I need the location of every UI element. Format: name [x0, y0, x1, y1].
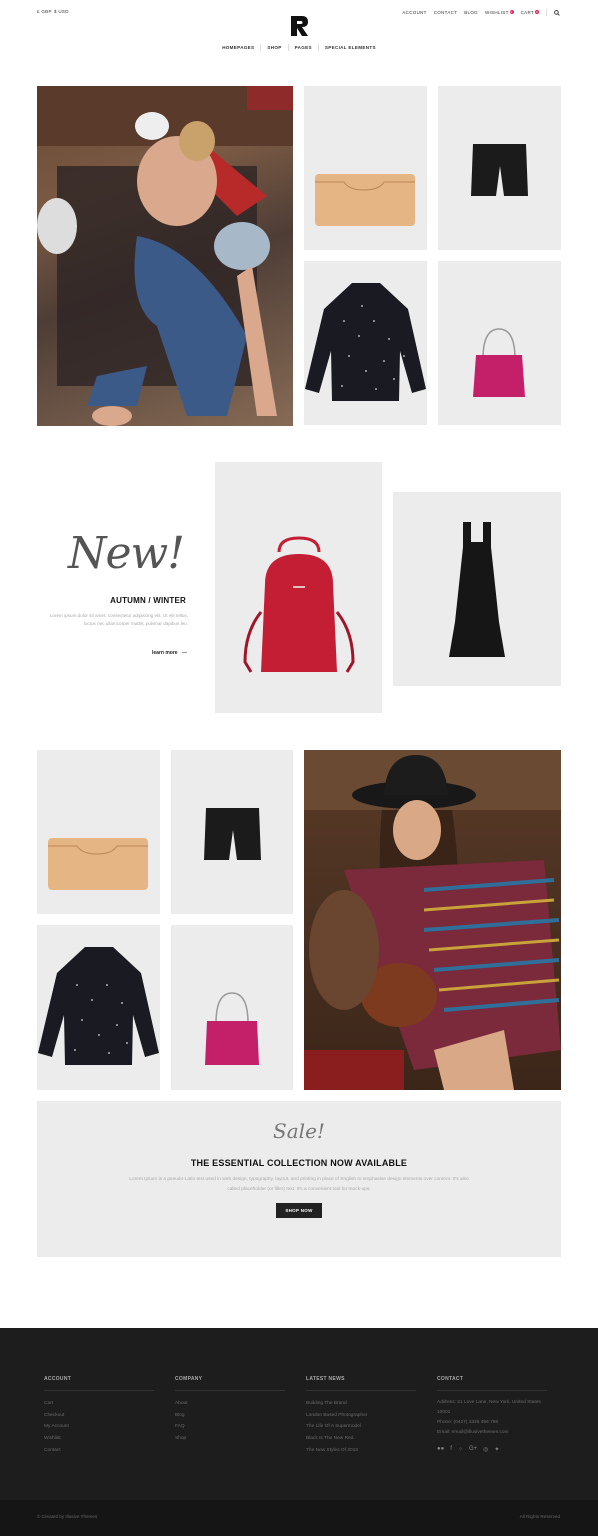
footer-link-contact[interactable]: Contact — [44, 1445, 154, 1457]
main-navigation: HOMEPAGES SHOP PAGES SPECIAL ELEMENTS — [0, 44, 598, 51]
learn-more-link[interactable]: learn more — [152, 650, 187, 656]
footer-address: Address: 21 Love Lane, New York, United … — [437, 1400, 541, 1415]
product-tile-blouse[interactable] — [304, 261, 427, 425]
sale-banner: Sale! THE ESSENTIAL COLLECTION NOW AVAIL… — [37, 1101, 561, 1257]
promo-script-title: New! — [68, 528, 185, 579]
wishlist-link[interactable]: WISHLIST 0 — [485, 10, 514, 15]
footer-account-column: ACCOUNT Cart Checkout My Account Wishlis… — [44, 1376, 154, 1457]
learn-more-label: learn more — [152, 650, 178, 656]
product-tile-blouse-2[interactable] — [37, 925, 160, 1090]
tan-clutch-image — [315, 174, 415, 226]
footer-link-about[interactable]: About — [175, 1398, 285, 1410]
currency-usd[interactable]: $ USD — [54, 9, 69, 14]
footer-link-cart[interactable]: Cart — [44, 1398, 154, 1410]
footer-news-item[interactable]: Black Is The New Red — [306, 1433, 416, 1445]
product-tile-red-backpack[interactable] — [215, 462, 382, 713]
product-tile-shorts-2[interactable] — [171, 750, 293, 914]
social-icons: ●● f ⁘ G+ ◎ ✦ — [437, 1446, 552, 1453]
footer-phone: Phone: (0427) 2325 456 789 — [437, 1420, 499, 1425]
wishlist-label: WISHLIST — [484, 10, 509, 15]
contact-link[interactable]: CONTACT — [434, 10, 458, 15]
cart-label: CART — [520, 10, 534, 15]
nav-pages[interactable]: PAGES — [289, 45, 318, 50]
pink-bag-image — [473, 328, 525, 397]
learn-more-dash — [181, 652, 187, 654]
rights-text: All Rights Reserved — [519, 1514, 560, 1519]
footer-company-title: COMPANY — [175, 1376, 285, 1391]
model-lifestyle-photo[interactable] — [304, 750, 561, 1090]
footer-link-faq[interactable]: FAQ — [175, 1421, 285, 1433]
footer-link-checkout[interactable]: Checkout — [44, 1410, 154, 1422]
bottom-bar: © Created by Illusive Themes All Rights … — [0, 1500, 598, 1536]
red-backpack-image — [243, 536, 355, 673]
currency-gbp[interactable]: £ GBP — [37, 9, 52, 14]
cart-count-badge: 0 — [535, 10, 539, 14]
wishlist-count-badge: 0 — [509, 10, 514, 14]
polka-blouse-image — [305, 283, 426, 401]
couple-lifestyle-photo[interactable] — [37, 86, 293, 426]
dots-icon[interactable]: ⁘ — [458, 1446, 463, 1453]
footer-news-item[interactable]: London Based Photographer — [306, 1410, 416, 1422]
top-links: ACCOUNT CONTACT BLOG WISHLIST 0 CART 0 — [402, 9, 560, 16]
tan-clutch-image — [48, 838, 148, 890]
footer-contact-title: CONTACT — [437, 1376, 547, 1391]
promo-heading: AUTUMN / WINTER — [110, 596, 186, 605]
product-tile-shorts[interactable] — [438, 86, 561, 250]
footer-contact-column: CONTACT Address: 21 Love Lane, New York,… — [437, 1376, 552, 1453]
pink-bag-image — [205, 992, 259, 1065]
search-icon[interactable] — [554, 9, 560, 16]
account-link[interactable]: ACCOUNT — [402, 10, 426, 15]
top-divider — [546, 9, 547, 16]
footer-link-shop[interactable]: Shop — [175, 1433, 285, 1445]
copyright-text: © Created by Illusive Themes — [37, 1514, 98, 1519]
cart-link[interactable]: CART 0 — [521, 10, 539, 15]
shop-now-button[interactable]: SHOP NOW — [276, 1203, 322, 1218]
footer-email[interactable]: Email: email@illusivethemes.com — [437, 1428, 552, 1438]
google-plus-icon[interactable]: G+ — [469, 1446, 477, 1453]
black-shorts-image — [471, 144, 528, 196]
product-tile-clutch-2[interactable] — [37, 750, 160, 914]
nav-special-elements[interactable]: SPECIAL ELEMENTS — [319, 45, 382, 50]
black-dress-image — [449, 522, 505, 657]
nav-homepages[interactable]: HOMEPAGES — [216, 45, 260, 50]
couple-photo-illustration — [37, 86, 293, 426]
facebook-icon[interactable]: f — [450, 1446, 452, 1453]
nav-shop[interactable]: SHOP — [261, 45, 287, 50]
footer-company-column: COMPANY About Blog FAQ Shop — [175, 1376, 285, 1445]
footer-link-wishlist[interactable]: Wishlist — [44, 1433, 154, 1445]
flickr-icon[interactable]: ●● — [437, 1446, 444, 1453]
footer-link-blog[interactable]: Blog — [175, 1410, 285, 1422]
sale-title: THE ESSENTIAL COLLECTION NOW AVAILABLE — [190, 1158, 408, 1168]
brand-logo-icon[interactable] — [289, 15, 309, 37]
model-photo-illustration — [304, 750, 561, 1090]
sale-script-title: Sale! — [273, 1119, 325, 1143]
footer-news-column: LATEST NEWS Building The Brand London Ba… — [306, 1376, 416, 1457]
product-tile-pink-bag[interactable] — [438, 261, 561, 425]
footer-news-item[interactable]: The New Styles Of 2015 — [306, 1445, 416, 1457]
top-header: £ GBP $ USD ACCOUNT CONTACT BLOG WISHLIS… — [0, 0, 598, 80]
polka-blouse-image — [38, 947, 159, 1065]
product-tile-black-dress[interactable] — [393, 492, 561, 686]
site-footer: ACCOUNT Cart Checkout My Account Wishlis… — [0, 1328, 598, 1500]
product-tile-clutch[interactable] — [304, 86, 427, 250]
sale-body: Lorem Ipsum is a pseudo-Latin text used … — [129, 1177, 469, 1192]
blog-link[interactable]: BLOG — [464, 10, 478, 15]
footer-news-title: LATEST NEWS — [306, 1376, 416, 1391]
footer-account-title: ACCOUNT — [44, 1376, 154, 1391]
product-tile-pink-bag-2[interactable] — [171, 925, 293, 1090]
twitter-icon[interactable]: ✦ — [494, 1446, 499, 1453]
footer-news-item[interactable]: Building The Brand — [306, 1398, 416, 1410]
instagram-icon[interactable]: ◎ — [483, 1446, 488, 1453]
black-shorts-image — [204, 808, 261, 860]
promo-body: Lorem ipsum dolor sit amet, consectetur … — [49, 613, 188, 626]
footer-news-item[interactable]: The Life Of A Supermodel — [306, 1421, 416, 1433]
footer-link-my-account[interactable]: My Account — [44, 1421, 154, 1433]
